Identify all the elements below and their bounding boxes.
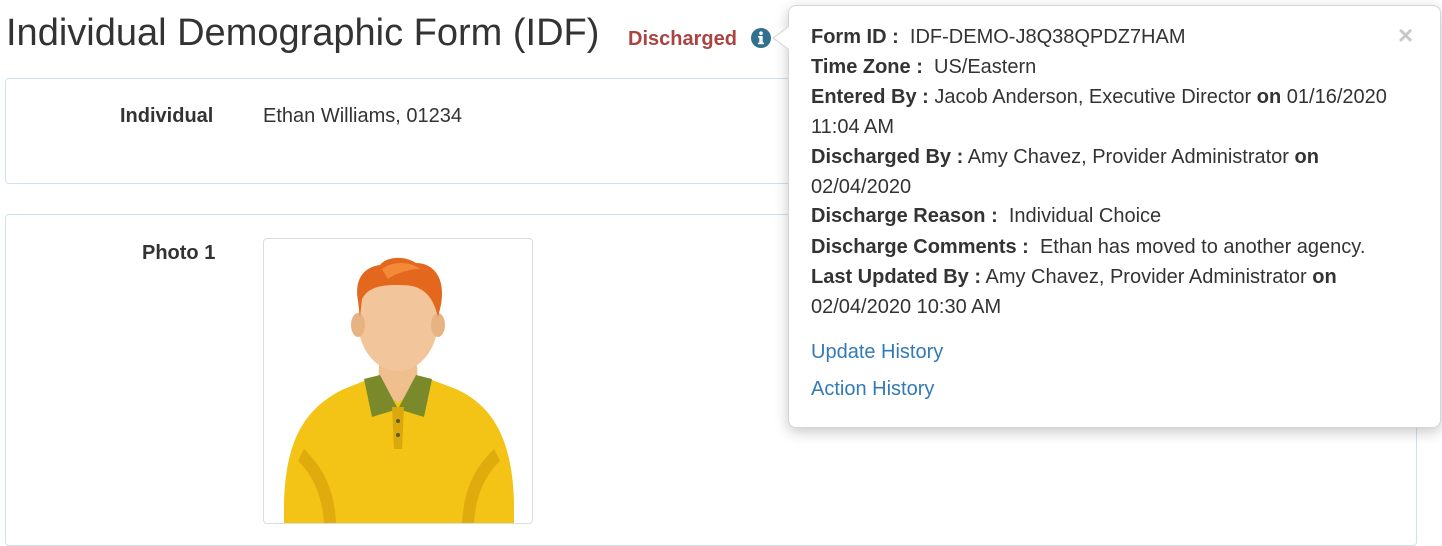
action-history-link[interactable]: Action History	[811, 377, 934, 401]
last-updated-by-label: Last Updated By :	[811, 266, 982, 288]
last-updated-by-value: Amy Chavez, Provider Administrator	[985, 266, 1307, 288]
entered-by-row: Entered By : Jacob Anderson, Executive D…	[811, 85, 1387, 109]
last-updated-by-on-label: on	[1312, 266, 1337, 288]
discharged-by-date: 02/04/2020	[811, 176, 912, 198]
entered-by-on-label: on	[1256, 86, 1282, 108]
individual-value: Ethan Williams, 01234	[263, 105, 462, 127]
discharge-comments-label: Discharge Comments :	[811, 236, 1029, 258]
form-id-value: IDF-DEMO-J8Q38QPDZ7HAM	[909, 26, 1186, 48]
discharged-by-label: Discharged By :	[811, 146, 964, 168]
time-zone-label: Time Zone :	[811, 56, 923, 78]
form-id-row: Form ID : IDF-DEMO-J8Q38QPDZ7HAM	[811, 25, 1186, 49]
discharge-reason-row: Discharge Reason : Individual Choice	[811, 204, 1161, 228]
individual-photo[interactable]	[263, 238, 533, 524]
update-history-link[interactable]: Update History	[811, 340, 943, 364]
discharge-comments-value: Ethan has moved to another agency.	[1039, 236, 1366, 258]
entered-by-time-row: 11:04 AM	[811, 115, 894, 139]
page-title: Individual Demographic Form (IDF)	[6, 12, 600, 54]
last-updated-by-row: Last Updated By : Amy Chavez, Provider A…	[811, 265, 1337, 289]
entered-by-label: Entered By :	[811, 86, 929, 108]
popover-arrow-inner	[774, 27, 789, 49]
discharged-by-value: Amy Chavez, Provider Administrator	[967, 146, 1289, 168]
time-zone-row: Time Zone : US/Eastern	[811, 55, 1036, 79]
entered-by-time: 11:04 AM	[811, 116, 895, 138]
form-id-label: Form ID :	[811, 26, 899, 48]
photo-label: Photo 1	[142, 242, 216, 264]
close-icon[interactable]: ×	[1398, 22, 1413, 48]
time-zone-value: US/Eastern	[934, 56, 1037, 78]
person-avatar-icon	[284, 257, 514, 523]
discharged-by-date-row: 02/04/2020	[811, 175, 911, 199]
individual-label: Individual	[120, 105, 214, 127]
status-badge: Discharged	[628, 28, 737, 50]
discharge-reason-label: Discharge Reason :	[811, 205, 998, 227]
discharged-by-on-label: on	[1294, 146, 1319, 168]
discharge-comments-row: Discharge Comments : Ethan has moved to …	[811, 235, 1365, 259]
info-circle-icon[interactable]	[751, 28, 771, 48]
entered-by-value: Jacob Anderson, Executive Director	[934, 86, 1252, 108]
discharged-by-row: Discharged By : Amy Chavez, Provider Adm…	[811, 145, 1319, 169]
discharge-reason-value: Individual Choice	[1008, 205, 1162, 227]
entered-by-date: 01/16/2020	[1286, 86, 1387, 108]
last-updated-datetime-row: 02/04/2020 10:30 AM	[811, 295, 1001, 319]
last-updated-datetime: 02/04/2020 10:30 AM	[811, 296, 1002, 318]
